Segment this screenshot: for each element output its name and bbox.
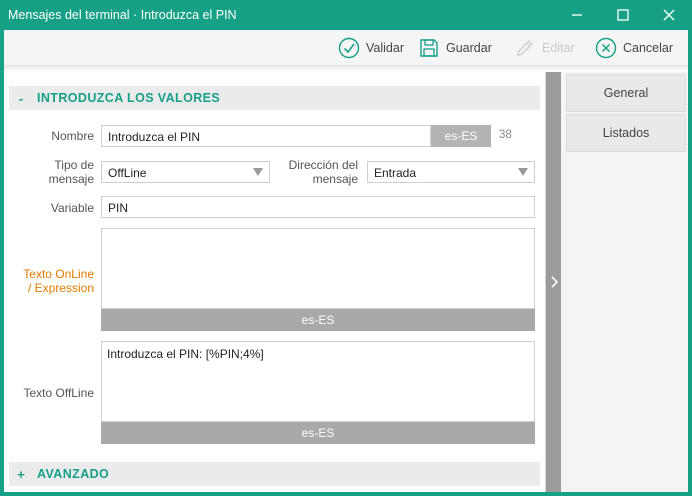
online-text-area[interactable] (101, 228, 535, 309)
window-content: Validar Guardar Editar Cancelar - INTROD… (4, 30, 688, 492)
online-text-label-line1: Texto OnLine (23, 267, 94, 281)
maximize-icon (617, 9, 629, 21)
x-circle-icon (595, 37, 617, 59)
edit-button[interactable]: Editar (514, 35, 575, 61)
direction-label-line1: Dirección del (288, 158, 358, 172)
validate-button[interactable]: Validar (338, 35, 404, 61)
form-area: - INTRODUZCA LOS VALORES Nombre Introduz… (4, 72, 545, 492)
direction-label-line2: mensaje (312, 172, 358, 186)
name-lang-tag[interactable]: es-ES (431, 125, 491, 147)
online-text-lang-bar[interactable]: es-ES (101, 309, 535, 331)
edit-label: Editar (542, 41, 575, 55)
section-values-header[interactable]: - INTRODUZCA LOS VALORES (9, 86, 540, 110)
save-label: Guardar (446, 41, 492, 55)
name-input[interactable]: Introduzca el PIN (101, 125, 431, 147)
toolbar: Validar Guardar Editar Cancelar (4, 30, 688, 66)
minimize-icon (572, 14, 582, 16)
close-icon (663, 9, 675, 21)
direction-value: Entrada (374, 166, 417, 180)
online-text-label-line2: / Expression (27, 281, 94, 295)
app-window: Mensajes del terminal · Introduzca el PI… (0, 0, 692, 496)
save-button[interactable]: Guardar (418, 35, 492, 61)
section-values-title: INTRODUZCA LOS VALORES (37, 91, 221, 105)
minimize-button[interactable] (554, 0, 600, 30)
message-type-label-line2: mensaje (48, 172, 94, 186)
message-type-select[interactable]: OffLine (101, 161, 270, 183)
cancel-label: Cancelar (623, 41, 674, 55)
pencil-icon (514, 37, 536, 59)
tab-general[interactable]: General (566, 74, 686, 112)
dropdown-arrow-icon (518, 168, 528, 176)
offline-text-area[interactable]: Introduzca el PIN: [%PIN;4%] (101, 341, 535, 422)
cancel-button[interactable]: Cancelar (595, 35, 673, 61)
maximize-button[interactable] (600, 0, 646, 30)
variable-label: Variable (50, 201, 94, 215)
expand-sign: + (17, 466, 25, 482)
message-type-label: Tipo de mensaje (14, 158, 94, 186)
window-title: Mensajes del terminal · Introduzca el PI… (8, 8, 237, 22)
validate-label: Validar (366, 41, 404, 55)
collapse-sign: - (18, 90, 24, 106)
name-char-count: 38 (499, 129, 512, 141)
section-advanced-title: AVANZADO (37, 467, 110, 481)
floppy-disk-icon (418, 37, 440, 59)
title-bar: Mensajes del terminal · Introduzca el PI… (0, 0, 692, 30)
offline-text-label: Texto OffLine (23, 386, 95, 400)
variable-input[interactable]: PIN (101, 196, 535, 218)
direction-label: Dirección del mensaje (276, 158, 358, 186)
panel-toggle-button[interactable] (546, 72, 561, 492)
message-type-value: OffLine (108, 166, 147, 180)
right-panel: General Listados (561, 72, 688, 492)
section-advanced-header[interactable]: + AVANZADO (9, 462, 540, 486)
close-window-button[interactable] (646, 0, 692, 30)
chevron-right-icon (550, 276, 558, 288)
direction-select[interactable]: Entrada (367, 161, 535, 183)
check-circle-icon (338, 37, 360, 59)
offline-text-lang-bar[interactable]: es-ES (101, 422, 535, 444)
name-label: Nombre (51, 129, 94, 143)
online-text-label: Texto OnLine / Expression (9, 267, 94, 295)
dropdown-arrow-icon (253, 168, 263, 176)
tab-listados[interactable]: Listados (566, 114, 686, 152)
message-type-label-line1: Tipo de (54, 158, 94, 172)
